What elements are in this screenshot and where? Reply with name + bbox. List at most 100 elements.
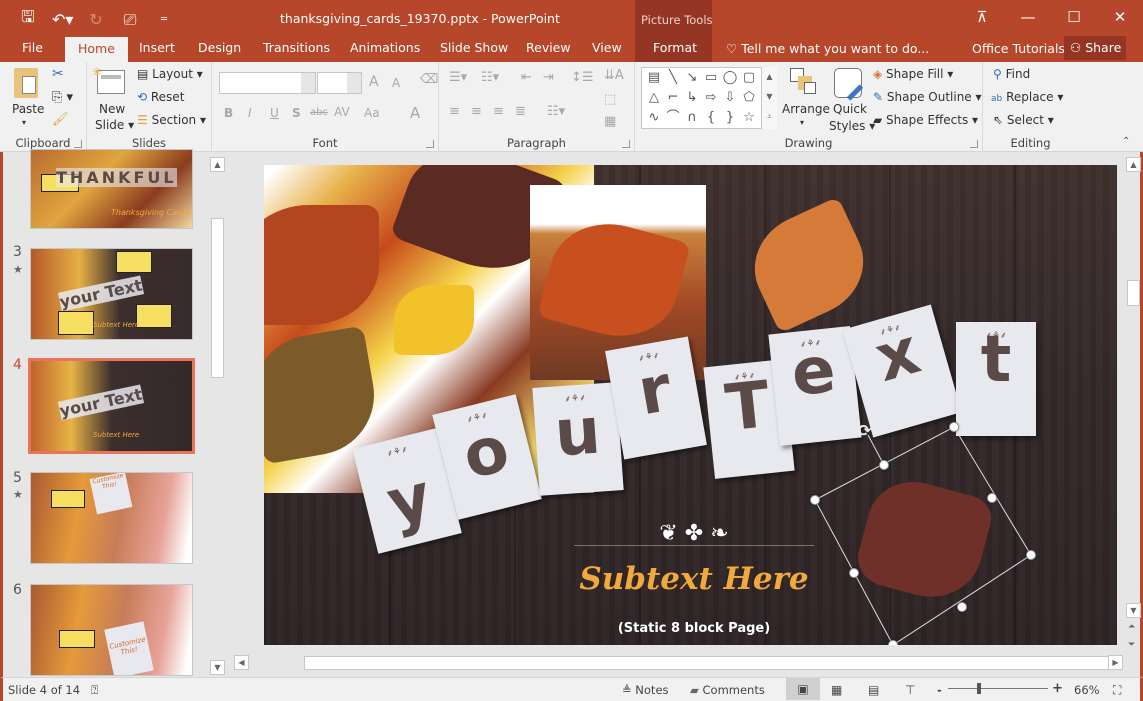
scroll-left-icon[interactable]: ◀: [234, 655, 249, 670]
arrange-dropdown-icon[interactable]: ▾: [800, 118, 804, 127]
undo-icon[interactable]: ↶▾: [52, 10, 73, 29]
zoom-slider-track[interactable]: [948, 688, 1048, 689]
tab-format[interactable]: Format: [653, 36, 697, 62]
resize-handle[interactable]: [987, 493, 997, 503]
shape-gallery-item[interactable]: △: [645, 89, 663, 107]
strikethrough-button[interactable]: abc: [310, 107, 328, 118]
thumbnail-scrollbar[interactable]: ▲ ▼: [209, 152, 226, 677]
autumn-leaf[interactable]: [738, 196, 880, 334]
account-name[interactable]: Office Tutorials: [972, 41, 1065, 56]
tab-file[interactable]: File: [22, 36, 43, 62]
text-direction-icon[interactable]: ⇊A: [604, 68, 624, 83]
customize-qat-icon[interactable]: ═: [154, 14, 174, 25]
notes-button[interactable]: ≜ Notes: [622, 683, 669, 697]
scroll-right-icon[interactable]: ▶: [1108, 655, 1123, 670]
previous-slide-icon[interactable]: ⏶: [1128, 622, 1135, 632]
new-slide-button[interactable]: New: [99, 102, 125, 116]
caption-text[interactable]: (Static 8 block Page): [594, 621, 794, 636]
bullets-icon[interactable]: ☰▾: [449, 70, 467, 85]
maximize-icon[interactable]: ☐: [1051, 0, 1097, 34]
find-button[interactable]: ⚲ Find: [993, 67, 1030, 81]
minimize-icon[interactable]: —: [1005, 0, 1051, 34]
slide-canvas[interactable]: ⸙⚘⸙ y ⸙⚘⸙ o ⸙⚘⸙ u ⸙⚘⸙ r ⸙⚘⸙ T ⸙⚘⸙ e ⸙⚘⸙ x ⸙⚘⸙ t ⟳ ❦ ✤ ❧…: [264, 165, 1117, 645]
select-button[interactable]: ⇖ Select ▾: [993, 113, 1054, 127]
char-spacing-button[interactable]: AV: [334, 105, 350, 119]
shape-gallery-item[interactable]: ⇨: [702, 89, 720, 107]
zoom-in-button[interactable]: +: [1052, 681, 1063, 696]
next-slide-icon[interactable]: ⏷: [1128, 640, 1135, 650]
align-right-icon[interactable]: ≡: [493, 104, 504, 119]
font-color-button[interactable]: A: [410, 104, 420, 122]
tab-insert[interactable]: Insert: [139, 36, 175, 62]
shape-gallery-item[interactable]: ◯: [721, 69, 739, 87]
tab-review[interactable]: Review: [526, 36, 571, 62]
shape-gallery-item[interactable]: ∩: [683, 109, 701, 127]
ribbon-display-options-icon[interactable]: ⊼: [959, 0, 1005, 34]
resize-handle[interactable]: [879, 460, 889, 470]
tab-design[interactable]: Design: [198, 36, 241, 62]
spell-check-icon[interactable]: ⍰: [91, 683, 98, 698]
reset-button[interactable]: ⟲ Reset: [137, 90, 184, 104]
slideshow-view-icon[interactable]: ⊤: [905, 683, 915, 697]
redo-icon[interactable]: ↻: [86, 10, 106, 29]
slide-thumbnail[interactable]: your Text Subtext Here: [30, 248, 193, 340]
quick-styles-button[interactable]: Quick: [833, 102, 867, 116]
numbering-icon[interactable]: ☷▾: [481, 70, 499, 85]
reading-view-icon[interactable]: ▤: [868, 683, 879, 697]
slide-thumbnail-selected[interactable]: your Text Subtext Here: [28, 358, 195, 454]
paste-icon[interactable]: [14, 68, 38, 98]
line-spacing-icon[interactable]: ↕☰: [571, 70, 594, 85]
zoom-level[interactable]: 66%: [1074, 683, 1100, 697]
shape-gallery-item[interactable]: ⇩: [721, 89, 739, 107]
decrease-indent-icon[interactable]: ⇤: [521, 70, 532, 85]
save-icon[interactable]: 🖫: [18, 6, 38, 33]
editor-horizontal-scrollbar[interactable]: ◀ ▶: [234, 655, 1124, 671]
arrange-icon[interactable]: [790, 68, 818, 96]
align-left-icon[interactable]: ≡: [449, 104, 460, 119]
shadow-button[interactable]: S: [292, 106, 301, 120]
shape-outline-button[interactable]: ✎ Shape Outline ▾: [873, 90, 982, 104]
grow-font-button[interactable]: A: [369, 74, 379, 90]
collapse-ribbon-icon[interactable]: ⌃: [1122, 136, 1130, 147]
align-text-icon[interactable]: ⬚: [604, 92, 616, 107]
resize-handle[interactable]: [849, 568, 859, 578]
italic-button[interactable]: I: [248, 106, 252, 120]
shape-gallery-item[interactable]: ╲: [664, 69, 682, 87]
scroll-up-icon[interactable]: ▲: [1126, 157, 1141, 172]
underline-button[interactable]: U: [270, 106, 279, 120]
editor-vertical-scrollbar[interactable]: ▲ ▼ ⏶ ⏷: [1125, 152, 1143, 677]
normal-view-icon[interactable]: ▣: [786, 678, 820, 700]
shape-gallery-item[interactable]: }: [721, 109, 739, 127]
letter-card[interactable]: ⸙⚘⸙ u: [532, 382, 624, 496]
shape-effects-button[interactable]: ▰ Shape Effects ▾: [873, 113, 978, 127]
shapes-gallery-scroll[interactable]: ▲ ▼ ⩡: [761, 67, 777, 129]
cut-icon[interactable]: ✂: [52, 66, 64, 82]
arrange-button[interactable]: Arrange: [782, 102, 830, 116]
columns-icon[interactable]: ☷▾: [547, 104, 565, 119]
thumbnail-scroll-thumb[interactable]: [211, 218, 224, 378]
shape-gallery-item[interactable]: {: [702, 109, 720, 127]
horizontal-scroll-thumb[interactable]: [304, 656, 1109, 670]
scroll-down-icon[interactable]: ▼: [210, 660, 225, 675]
zoom-slider-thumb[interactable]: [977, 683, 982, 694]
section-button[interactable]: ☰ Section ▾: [137, 113, 206, 127]
start-from-beginning-icon[interactable]: ⎚: [120, 10, 140, 30]
shape-fill-button[interactable]: ◈ Shape Fill ▾: [873, 67, 953, 81]
justify-icon[interactable]: ≣: [515, 104, 526, 119]
quick-styles-dropdown[interactable]: Styles ▾: [829, 119, 875, 133]
letter-card[interactable]: ⸙⚘⸙ x: [842, 304, 962, 438]
shape-gallery-item[interactable]: ⌐: [664, 89, 682, 107]
format-painter-icon[interactable]: 🖌: [52, 112, 69, 127]
resize-handle[interactable]: [1026, 550, 1036, 560]
scroll-down-icon[interactable]: ▼: [1126, 603, 1141, 618]
replace-button[interactable]: ab Replace ▾: [991, 90, 1063, 104]
gallery-down-icon[interactable]: ▼: [762, 87, 777, 107]
tell-me-search[interactable]: ♡ Tell me what you want to do...: [726, 41, 929, 56]
comments-button[interactable]: ▰ Comments: [690, 683, 765, 697]
resize-handle[interactable]: [888, 640, 898, 645]
new-slide-icon[interactable]: ✳: [92, 65, 125, 94]
zoom-out-button[interactable]: -: [937, 683, 942, 697]
shape-gallery-item[interactable]: ▢: [740, 69, 758, 87]
new-slide-dropdown[interactable]: Slide ▾: [95, 118, 134, 132]
gallery-up-icon[interactable]: ▲: [762, 67, 777, 87]
